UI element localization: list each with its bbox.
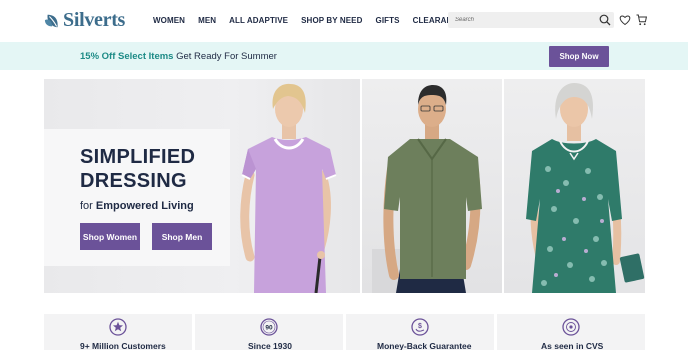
trust-bar: 9+ Million Customers 90 Since 1930 $ Mon… (44, 314, 645, 350)
site-header: Silverts WOMEN MEN ALL ADAPTIVE SHOP BY … (0, 0, 688, 42)
shop-men-button[interactable]: Shop Men (152, 223, 212, 250)
woman-teal-floral-gown-image (526, 83, 645, 293)
hero-subtitle: for Empowered Living (80, 200, 194, 212)
hero-panel-gown (504, 79, 645, 293)
man-green-shirt-image (372, 85, 482, 293)
trust-item-since: 90 Since 1930 (195, 314, 343, 350)
money-back-icon: $ (411, 318, 429, 336)
hero-panel-men (362, 79, 502, 293)
trust-label-since: Since 1930 (248, 341, 292, 350)
logo-leaf-icon (44, 14, 58, 27)
search-icon[interactable] (599, 14, 611, 26)
promo-shop-now-button[interactable]: Shop Now (549, 46, 609, 67)
logo-text: Silverts (63, 9, 126, 31)
hero-subtitle-prefix: for (80, 200, 96, 212)
trust-label-guarantee: Money-Back Guarantee (377, 341, 472, 350)
trust-item-guarantee: $ Money-Back Guarantee (346, 314, 494, 350)
svg-text:$: $ (418, 323, 422, 330)
promo-message: Get Ready For Summer (173, 51, 277, 62)
search-box (448, 12, 614, 28)
star-badge-icon (109, 318, 127, 336)
nav-shop-by-need[interactable]: SHOP BY NEED (301, 16, 362, 25)
90-badge-icon: 90 (260, 318, 278, 336)
wishlist-heart-icon[interactable] (619, 14, 631, 26)
shop-women-button[interactable]: Shop Women (80, 223, 140, 250)
trust-label-customers: 9+ Million Customers (80, 341, 166, 350)
promo-highlight: 15% Off Select Items (80, 51, 174, 62)
search-input[interactable] (448, 12, 598, 28)
hero-title: SIMPLIFIED DRESSING (80, 146, 196, 192)
nav-gifts[interactable]: GIFTS (376, 16, 400, 25)
cvs-badge-icon (562, 318, 580, 336)
silverts-logo[interactable]: Silverts (44, 9, 125, 32)
trust-item-cvs: As seen in CVS (497, 314, 645, 350)
svg-text:90: 90 (265, 325, 273, 332)
promo-text: 15% Off Select Items Get Ready For Summe… (80, 51, 277, 62)
nav-women[interactable]: WOMEN (153, 16, 185, 25)
hero-subtitle-bold: Empowered Living (95, 200, 194, 212)
trust-label-cvs: As seen in CVS (541, 341, 604, 350)
cart-icon[interactable] (636, 14, 647, 26)
nav-all-adaptive[interactable]: ALL ADAPTIVE (229, 16, 288, 25)
trust-item-customers: 9+ Million Customers (44, 314, 192, 350)
main-nav: WOMEN MEN ALL ADAPTIVE SHOP BY NEED GIFT… (153, 16, 477, 25)
nav-men[interactable]: MEN (198, 16, 216, 25)
